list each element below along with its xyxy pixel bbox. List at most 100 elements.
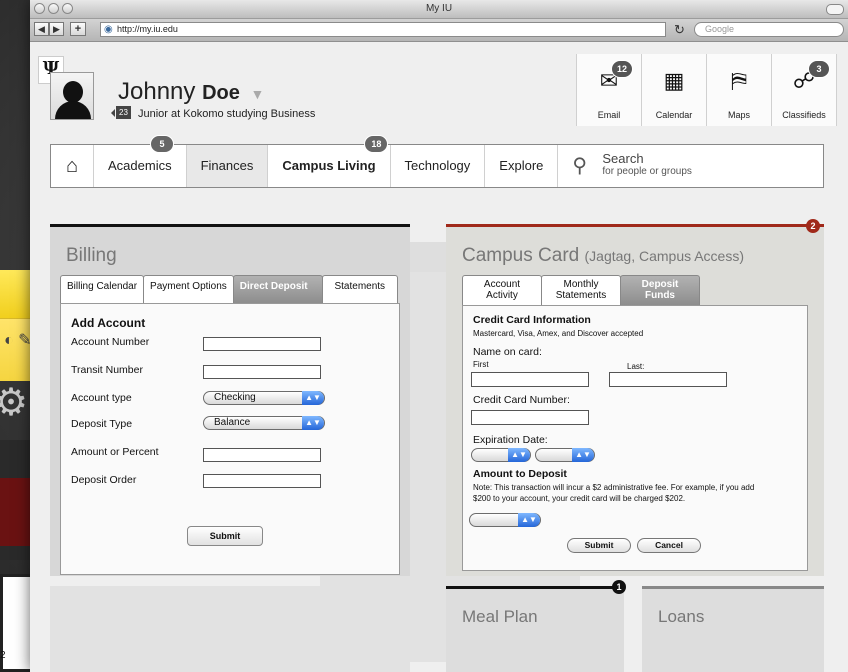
search-subtitle: for people or groups <box>602 166 692 177</box>
toolbar-toggle-button[interactable] <box>826 4 844 15</box>
quick-link-email[interactable]: ✉ 12 Email <box>577 54 642 126</box>
avatar-head <box>63 81 83 103</box>
quick-link-label: Maps <box>727 110 750 120</box>
back-button[interactable]: ◀ <box>34 22 49 36</box>
tab-monthly-statements[interactable]: Monthly Statements <box>541 275 621 305</box>
campus-card-badge: 2 <box>806 219 820 233</box>
credit-card-title: Credit Card Information <box>473 314 591 326</box>
campus-card-tabs: Account Activity Monthly Statements Depo… <box>462 275 700 313</box>
deposit-amount-select[interactable]: ▲▼ <box>469 513 541 527</box>
tab-deposit-funds[interactable]: Deposit Funds <box>620 275 700 313</box>
tab-billing-calendar[interactable]: Billing Calendar <box>60 275 145 303</box>
deposit-type-label: Deposit Type <box>71 418 133 430</box>
select-arrow-icon: ▲▼ <box>572 448 594 462</box>
loans-card[interactable]: Loans <box>642 586 824 672</box>
select-arrow-icon: ▲▼ <box>302 391 324 405</box>
forward-button[interactable]: ▶ <box>49 22 64 36</box>
quick-link-calendar[interactable]: ▦ Calendar <box>642 54 707 126</box>
quick-link-maps[interactable]: ⛿ Maps <box>707 54 772 126</box>
billing-tabs: Billing Calendar Payment Options Direct … <box>60 275 398 311</box>
message-count-badge[interactable]: 23 <box>111 106 131 119</box>
fee-note-line1: Note: This transaction will incur a $2 a… <box>473 483 755 492</box>
deposit-cancel-button[interactable]: Cancel <box>637 538 701 553</box>
tab-statements[interactable]: Statements <box>321 275 398 303</box>
avatar[interactable] <box>50 72 94 120</box>
nav-academics[interactable]: Academics 5 <box>94 135 187 187</box>
home-icon[interactable]: ⌂ <box>51 145 94 187</box>
billing-title: Billing <box>66 245 117 266</box>
fee-note-line2: $200 to your account, your credit card w… <box>473 494 686 503</box>
deposit-type-value: Balance <box>214 417 251 428</box>
map-icon: ⛿ <box>731 68 747 93</box>
nav-label: Academics <box>108 158 172 173</box>
globe-icon: ◉ <box>104 24 113 35</box>
background-number: 2 <box>0 650 6 661</box>
reload-icon[interactable]: ↻ <box>674 22 685 38</box>
select-arrow-icon: ▲▼ <box>302 416 324 430</box>
campus-card-subtitle: (Jagtag, Campus Access) <box>584 248 745 264</box>
campus-card-title: Campus Card (Jagtag, Campus Access) <box>462 245 744 267</box>
add-bookmark-button[interactable]: + <box>70 22 86 36</box>
last-name-input[interactable] <box>609 372 727 387</box>
tab-payment-options[interactable]: Payment Options <box>143 275 234 303</box>
user-status: Junior at Kokomo studying Business <box>138 108 316 120</box>
quick-link-classifieds[interactable]: ☍ 3 Classifieds <box>772 54 837 126</box>
deposit-order-label: Deposit Order <box>71 474 137 486</box>
nav-campus-living[interactable]: Campus Living 18 <box>268 135 391 187</box>
main-navigation: ⌂ Academics 5 Finances Campus Living 18 … <box>50 135 824 188</box>
tab-account-activity[interactable]: Account Activity <box>462 275 542 305</box>
campus-card-title-text: Campus Card <box>462 245 580 266</box>
user-name[interactable]: Johnny Doe ▼ <box>118 78 264 106</box>
transit-number-input[interactable] <box>203 365 321 379</box>
billing-submit-button[interactable]: Submit <box>187 526 263 546</box>
nav-label: Campus Living <box>282 158 376 173</box>
expiration-month-select[interactable]: ▲▼ <box>471 448 531 462</box>
quick-link-label: Classifieds <box>782 110 826 120</box>
transit-number-label: Transit Number <box>71 364 143 376</box>
tab-direct-deposit[interactable]: Direct Deposit <box>232 275 323 311</box>
quick-link-label: Email <box>597 110 621 120</box>
select-arrow-icon: ▲▼ <box>518 513 540 527</box>
nav-technology[interactable]: Technology <box>391 145 486 187</box>
search-title: Search <box>602 151 644 166</box>
deposit-order-input[interactable] <box>203 474 321 488</box>
web-page: Ψ Johnny Doe ▼ 23 Junior at Kokomo study… <box>30 42 848 672</box>
tab-line: Account <box>483 279 521 290</box>
gear-icon: ⚙ <box>0 382 29 424</box>
tab-line: Deposit <box>641 279 679 290</box>
first-name-label: First <box>473 360 489 369</box>
wrench-icon: ◐ ✎ <box>4 332 32 349</box>
title-bar: My IU <box>30 0 848 19</box>
amount-label: Amount or Percent <box>71 446 159 458</box>
deposit-type-select[interactable]: Balance ▲▼ <box>203 416 325 430</box>
expiration-year-select[interactable]: ▲▼ <box>535 448 595 462</box>
nav-explore[interactable]: Explore <box>485 145 559 187</box>
deposit-submit-button[interactable]: Submit <box>567 538 631 553</box>
nav-search[interactable]: ⚲ Search for people or groups <box>558 145 706 187</box>
campus-living-badge: 18 <box>364 135 389 153</box>
card-number-label: Credit Card Number: <box>473 394 570 406</box>
nav-finances[interactable]: Finances <box>186 145 269 187</box>
amount-input[interactable] <box>203 448 321 462</box>
first-name-input[interactable] <box>471 372 589 387</box>
search-icon: ⚲ <box>572 155 588 177</box>
academics-badge: 5 <box>150 135 174 153</box>
amount-title: Amount to Deposit <box>473 468 567 480</box>
form-title: Add Account <box>71 316 146 330</box>
meal-plan-badge: 1 <box>612 580 626 594</box>
tab-line: Funds <box>645 290 675 301</box>
empty-panel <box>50 586 410 672</box>
expiration-label: Expiration Date: <box>473 434 548 446</box>
user-first-name: Johnny <box>118 78 196 105</box>
meal-plan-card[interactable]: Meal Plan <box>446 586 624 672</box>
deposit-funds-form: Credit Card Information Mastercard, Visa… <box>462 305 808 571</box>
account-type-select[interactable]: Checking ▲▼ <box>203 391 325 405</box>
name-on-card-label: Name on card: <box>473 346 542 358</box>
address-bar[interactable]: http://my.iu.edu <box>100 22 666 37</box>
last-name-label: Last: <box>627 362 645 371</box>
direct-deposit-form: Add Account Account Number Transit Numbe… <box>60 303 400 575</box>
card-number-input[interactable] <box>471 410 589 425</box>
search-field[interactable]: Google <box>694 22 844 37</box>
account-number-input[interactable] <box>203 337 321 351</box>
chevron-down-icon[interactable]: ▼ <box>251 86 265 102</box>
